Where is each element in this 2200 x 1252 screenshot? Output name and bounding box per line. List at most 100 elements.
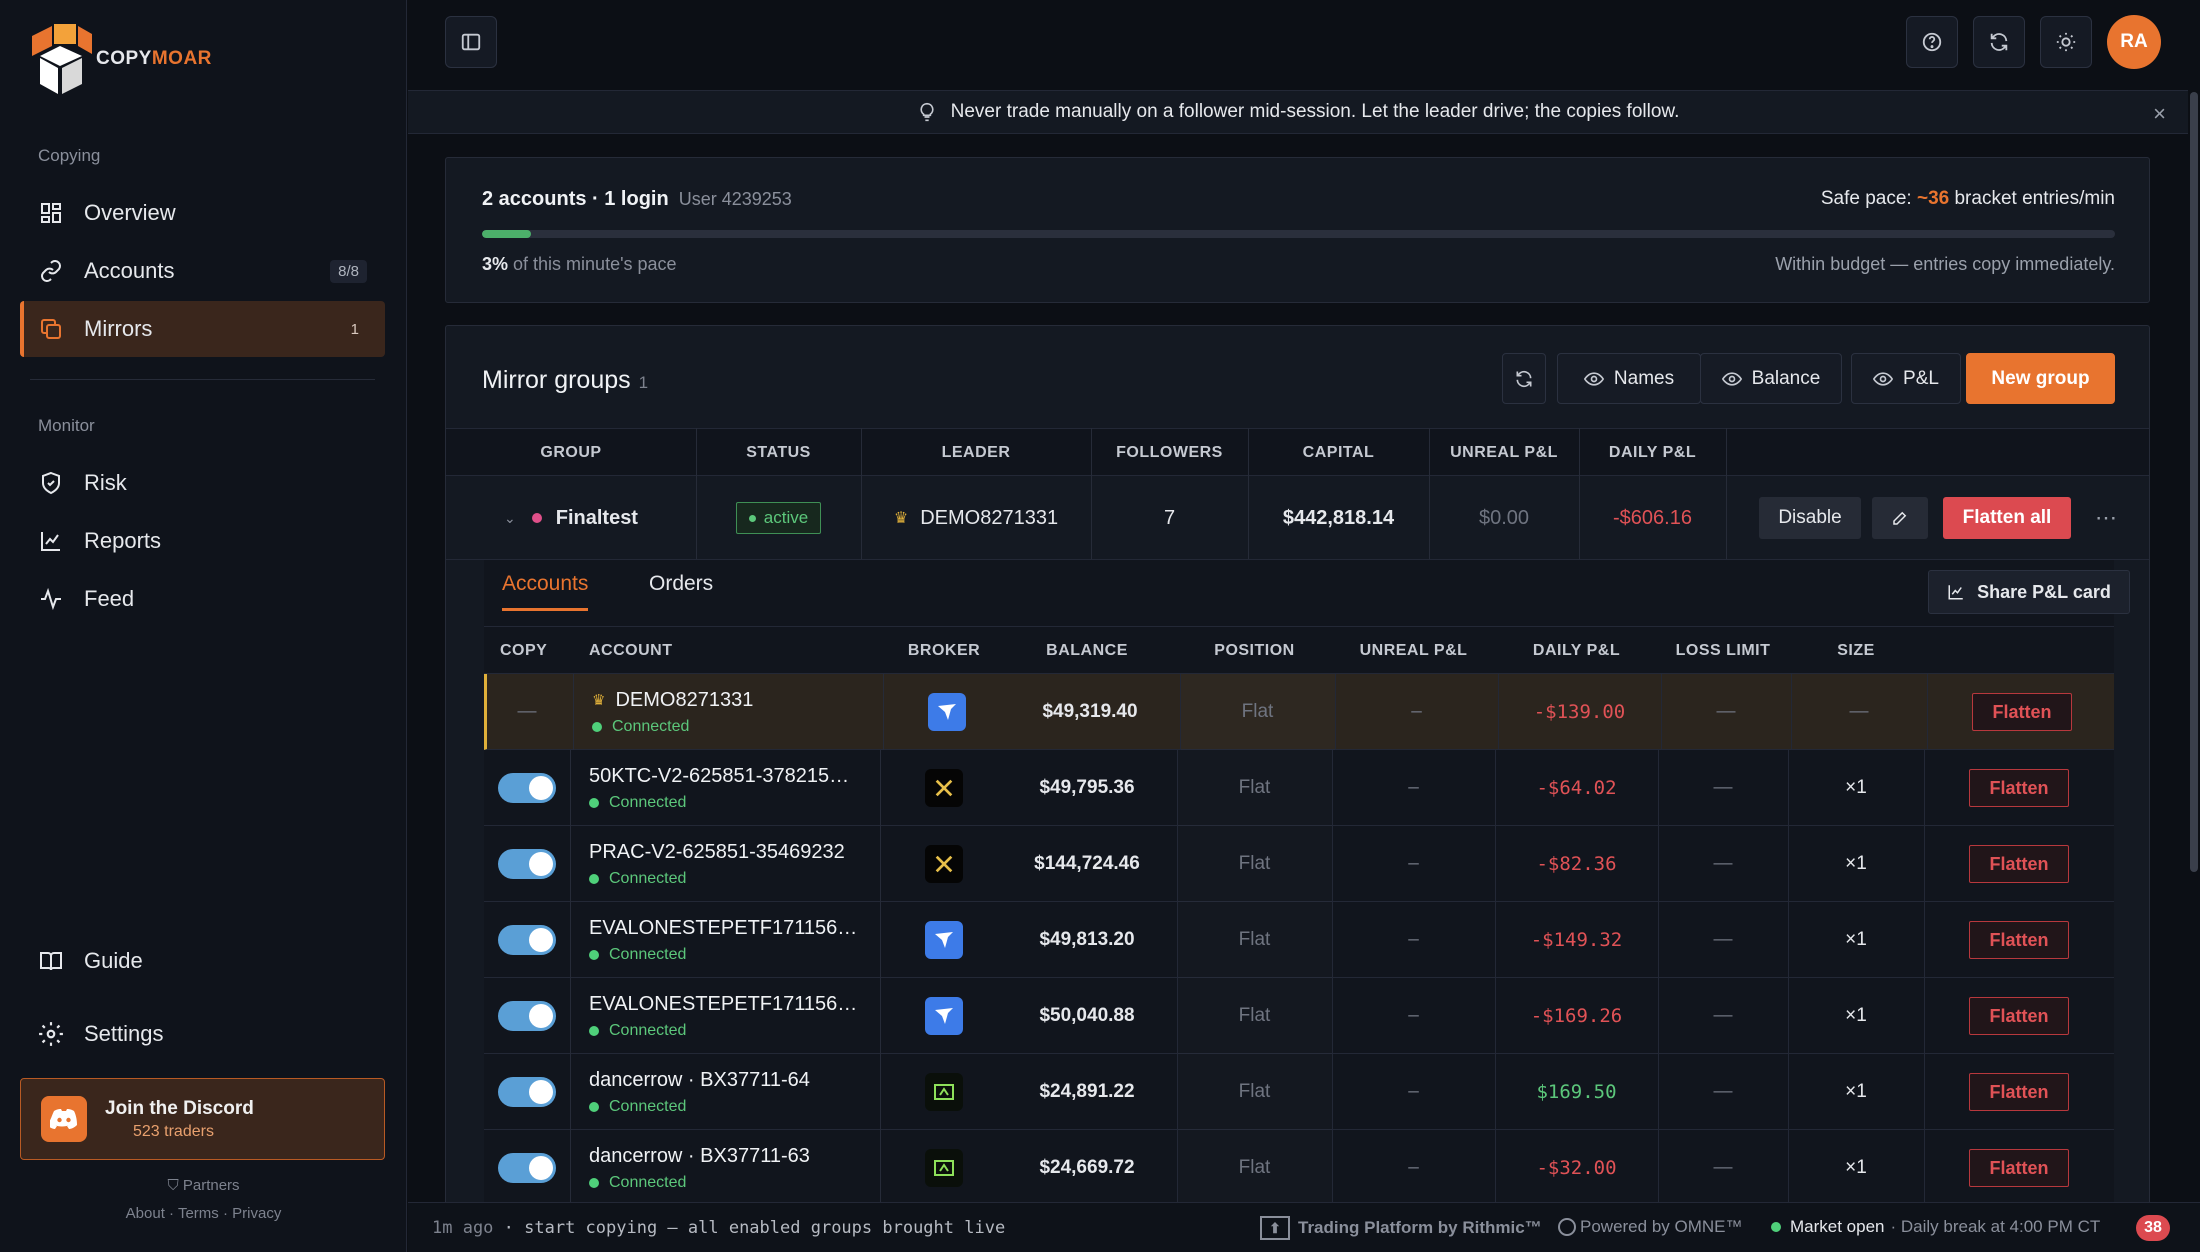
chevron-down-icon[interactable]: ⌄ (504, 510, 516, 527)
account-unreal-pnl: – (1408, 1157, 1419, 1178)
toggle-sidebar-button[interactable] (445, 16, 497, 68)
table-row[interactable]: PRAC-V2-625851-35469232 Connected $144,724… (484, 826, 2114, 902)
pace-progress-bar (482, 230, 2115, 238)
account-daily-pnl: $169.50 (1536, 1081, 1617, 1103)
sidebar-item-guide[interactable]: Guide (20, 933, 385, 989)
sidebar-item-label: Reports (84, 528, 162, 553)
account-balance: $24,669.72 (1039, 1157, 1135, 1178)
partners-link[interactable]: ⛉ Partners (0, 1177, 407, 1194)
toggle-names-button[interactable]: Names (1557, 353, 1701, 404)
broker-logo-icon (925, 997, 963, 1035)
share-pnl-card-button[interactable]: Share P&L card (1928, 570, 2130, 614)
copy-toggle[interactable] (498, 1077, 556, 1107)
tab-orders[interactable]: Orders (649, 572, 713, 608)
link-icon (38, 258, 64, 284)
copy-toggle[interactable] (498, 849, 556, 879)
copy-toggle[interactable] (498, 773, 556, 803)
col-group: GROUP (540, 444, 602, 461)
col-balance: BALANCE (1046, 642, 1128, 659)
broker-cell (889, 902, 999, 978)
mirrors-count-badge: 1 (350, 320, 359, 338)
sidebar-item-risk[interactable]: Risk (20, 455, 385, 511)
copy-toggle[interactable] (498, 1001, 556, 1031)
copy-toggle[interactable] (498, 1153, 556, 1183)
flatten-button[interactable]: Flatten (1969, 769, 2069, 807)
help-button[interactable] (1906, 16, 1958, 68)
status-badge: active (735, 502, 822, 534)
sun-icon (2056, 32, 2076, 52)
col-copy: COPY (500, 642, 548, 659)
account-position: Flat (1241, 701, 1274, 722)
flatten-button[interactable]: Flatten (1969, 921, 2069, 959)
broker-cell (889, 750, 999, 826)
tab-accounts[interactable]: Accounts (502, 572, 589, 611)
broker-logo-icon (925, 769, 963, 807)
activity-log: 1m ago · start copying — all enabled gro… (432, 1218, 1006, 1238)
col-unreal-pnl: UNREAL P&L (1359, 642, 1468, 659)
terms-link[interactable]: Terms (178, 1205, 219, 1222)
safe-pace: Safe pace: ~36 bracket entries/min (1820, 188, 2115, 209)
join-discord-card[interactable]: Join the Discord 523 traders (20, 1078, 385, 1160)
flatten-button[interactable]: Flatten (1969, 997, 2069, 1035)
privacy-link[interactable]: Privacy (232, 1205, 281, 1222)
account-cell: ♛ DEMO8271331 Connected (592, 674, 892, 750)
group-row[interactable]: ⌄ Finaltest active ♛ DEMO8271331 7 $442,… (446, 476, 2149, 560)
market-open-dot (1771, 1222, 1781, 1232)
table-row[interactable]: EVALONESTEPETF1711560… Connected $50,040.8… (484, 978, 2114, 1054)
flatten-button[interactable]: Flatten (1969, 845, 2069, 883)
edit-group-button[interactable] (1872, 497, 1928, 539)
sidebar-item-mirrors[interactable]: Mirrors 1 (20, 301, 385, 357)
table-row[interactable]: EVALONESTEPETF1711560… Connected $49,813.2… (484, 902, 2114, 978)
flatten-button[interactable]: Flatten (1969, 1149, 2069, 1187)
sidebar-item-settings[interactable]: Settings (20, 1006, 385, 1062)
refresh-button[interactable] (1973, 16, 2025, 68)
group-detail: Accounts Orders Share P&L card COPY ACCO… (484, 560, 2130, 1204)
section-label-copying: Copying (38, 146, 101, 165)
copy-cell (484, 750, 570, 826)
sidebar-item-overview[interactable]: Overview (20, 185, 385, 241)
account-loss-limit: — (1716, 701, 1736, 722)
connection-status: Connected (589, 1098, 686, 1116)
refresh-icon (1990, 33, 2008, 51)
pencil-icon (1893, 511, 1907, 525)
toggle-balance-button[interactable]: Balance (1700, 353, 1842, 404)
sidebar-item-feed[interactable]: Feed (20, 571, 385, 627)
notification-count-badge[interactable]: 38 (2136, 1215, 2170, 1241)
tip-banner: Never trade manually on a follower mid-s… (408, 90, 2188, 134)
group-leader-cell: ♛ DEMO8271331 (861, 476, 1091, 560)
refresh-groups-button[interactable] (1502, 353, 1546, 404)
col-unreal-pnl: UNREAL P&L (1450, 444, 1558, 461)
sidebar-item-label: Overview (84, 200, 176, 225)
account-size: ×1 (1845, 1157, 1867, 1178)
theme-toggle-button[interactable] (2040, 16, 2092, 68)
table-row[interactable]: 50KTC-V2-625851-378215… Connected $49,795.… (484, 750, 2114, 826)
copy-toggle[interactable] (498, 925, 556, 955)
scrollbar-thumb[interactable] (2190, 92, 2198, 872)
table-row[interactable]: — ♛ DEMO8271331 Connected $49,319.40 Flat – -$1… (484, 674, 2114, 750)
user-avatar[interactable]: RA (2107, 15, 2161, 69)
new-group-button[interactable]: New group (1966, 353, 2115, 404)
table-row[interactable]: dancerrow · BX37711-64 Connected $24,891.2… (484, 1054, 2114, 1130)
flatten-button[interactable]: Flatten (1972, 693, 2072, 731)
more-options-icon[interactable]: ⋯ (2086, 476, 2126, 560)
disable-group-button[interactable]: Disable (1759, 497, 1861, 539)
table-row[interactable]: dancerrow · BX37711-63 Connected $24,669.7… (484, 1130, 2114, 1204)
flatten-cell: Flatten (1924, 1130, 2114, 1204)
account-position: Flat (1238, 853, 1271, 874)
flatten-cell: Flatten (1924, 902, 2114, 978)
col-daily-pnl: DAILY P&L (1532, 642, 1621, 659)
sidebar-item-reports[interactable]: Reports (20, 513, 385, 569)
brand-logo[interactable]: COPYMOAR (30, 22, 212, 96)
col-capital: CAPITAL (1302, 444, 1375, 461)
sidebar-item-label: Accounts (84, 258, 175, 283)
flatten-all-button[interactable]: Flatten all (1943, 497, 2071, 539)
pace-summary: 2 accounts · 1 login User 4239253 (482, 188, 792, 210)
sidebar-item-accounts[interactable]: Accounts 8/8 (20, 243, 385, 299)
account-name: PRAC-V2-625851-35469232 (589, 840, 845, 863)
about-link[interactable]: About (126, 1205, 165, 1222)
account-position: Flat (1238, 929, 1271, 950)
close-icon[interactable]: × (2153, 101, 2166, 127)
toggle-pnl-button[interactable]: P&L (1851, 353, 1961, 404)
section-label-monitor: Monitor (38, 416, 95, 435)
flatten-button[interactable]: Flatten (1969, 1073, 2069, 1111)
